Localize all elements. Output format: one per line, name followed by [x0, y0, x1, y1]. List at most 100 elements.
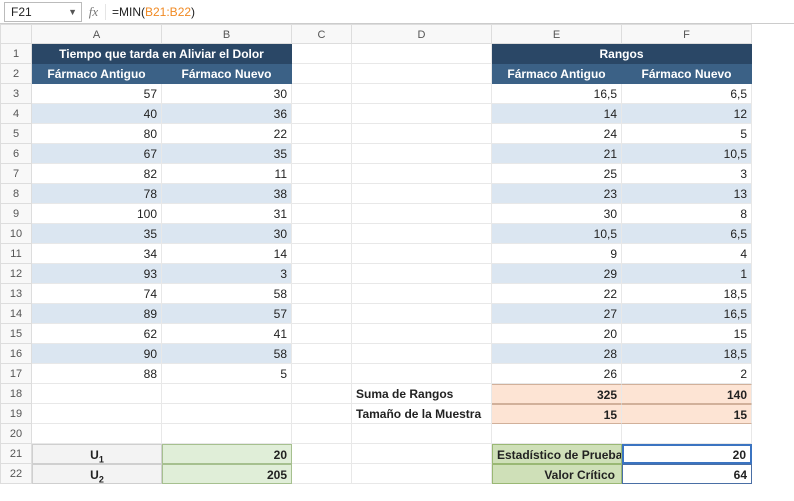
row-header[interactable]: 6 [0, 144, 32, 164]
row-header[interactable]: 5 [0, 124, 32, 144]
row-header[interactable]: 11 [0, 244, 32, 264]
row-header[interactable]: 12 [0, 264, 32, 284]
cell[interactable] [162, 424, 292, 444]
table1-cell[interactable]: 82 [32, 164, 162, 184]
table2-cell[interactable]: 16,5 [492, 84, 622, 104]
select-all-corner[interactable] [0, 24, 32, 44]
cell[interactable] [352, 284, 492, 304]
column-header[interactable]: A [32, 24, 162, 44]
cell[interactable] [352, 84, 492, 104]
table2-cell[interactable]: 10,5 [492, 224, 622, 244]
u1-label[interactable]: U1 [32, 444, 162, 464]
cell[interactable] [292, 444, 352, 464]
tamano-muestra-f[interactable]: 15 [622, 404, 752, 424]
cell[interactable] [352, 64, 492, 84]
row-header[interactable]: 18 [0, 384, 32, 404]
cell[interactable] [352, 124, 492, 144]
cell[interactable] [292, 284, 352, 304]
table2-cell[interactable]: 18,5 [622, 344, 752, 364]
cell[interactable] [292, 84, 352, 104]
table1-cell[interactable]: 78 [32, 184, 162, 204]
cell[interactable] [352, 324, 492, 344]
row-header[interactable]: 22 [0, 464, 32, 484]
cell[interactable] [352, 444, 492, 464]
table1-cell[interactable]: 58 [162, 284, 292, 304]
cell[interactable] [352, 424, 492, 444]
table2-cell[interactable]: 29 [492, 264, 622, 284]
table1-cell[interactable]: 3 [162, 264, 292, 284]
spreadsheet-grid[interactable]: ABCDEF1Tiempo que tarda en Aliviar el Do… [0, 24, 794, 484]
cell[interactable] [292, 184, 352, 204]
suma-rangos-e[interactable]: 325 [492, 384, 622, 404]
table2-cell[interactable]: 27 [492, 304, 622, 324]
table1-cell[interactable]: 30 [162, 84, 292, 104]
cell[interactable] [292, 364, 352, 384]
cell[interactable] [492, 424, 622, 444]
name-box[interactable]: F21 ▼ [4, 2, 82, 22]
row-header[interactable]: 17 [0, 364, 32, 384]
cell[interactable] [352, 344, 492, 364]
cell[interactable] [292, 324, 352, 344]
row-header[interactable]: 2 [0, 64, 32, 84]
table2-col1-header[interactable]: Fármaco Antiguo [492, 64, 622, 84]
column-header[interactable]: C [292, 24, 352, 44]
cell[interactable] [292, 44, 352, 64]
cell[interactable] [352, 264, 492, 284]
row-header[interactable]: 1 [0, 44, 32, 64]
cell[interactable] [352, 164, 492, 184]
cell[interactable] [352, 44, 492, 64]
row-header[interactable]: 8 [0, 184, 32, 204]
table2-cell[interactable]: 4 [622, 244, 752, 264]
table2-col2-header[interactable]: Fármaco Nuevo [622, 64, 752, 84]
row-header[interactable]: 10 [0, 224, 32, 244]
table1-cell[interactable]: 11 [162, 164, 292, 184]
column-header[interactable]: B [162, 24, 292, 44]
table2-cell[interactable]: 20 [492, 324, 622, 344]
row-header[interactable]: 4 [0, 104, 32, 124]
table2-title[interactable]: Rangos [492, 44, 752, 64]
table2-cell[interactable]: 8 [622, 204, 752, 224]
test-statistic-label[interactable]: Estadístico de Prueba [492, 444, 622, 464]
cell[interactable] [292, 424, 352, 444]
cell[interactable] [352, 224, 492, 244]
table1-cell[interactable]: 93 [32, 264, 162, 284]
table1-col2-header[interactable]: Fármaco Nuevo [162, 64, 292, 84]
cell[interactable] [292, 104, 352, 124]
cell[interactable] [352, 464, 492, 484]
suma-rangos-label[interactable]: Suma de Rangos [352, 384, 492, 404]
cell[interactable] [32, 424, 162, 444]
cell[interactable] [352, 204, 492, 224]
table1-cell[interactable]: 35 [162, 144, 292, 164]
table1-cell[interactable]: 31 [162, 204, 292, 224]
cell[interactable] [292, 144, 352, 164]
cell[interactable] [622, 424, 752, 444]
table2-cell[interactable]: 9 [492, 244, 622, 264]
tamano-muestra-e[interactable]: 15 [492, 404, 622, 424]
cell[interactable] [292, 64, 352, 84]
table1-cell[interactable]: 100 [32, 204, 162, 224]
cell[interactable] [292, 304, 352, 324]
table1-col1-header[interactable]: Fármaco Antiguo [32, 64, 162, 84]
cell[interactable] [352, 184, 492, 204]
table1-cell[interactable]: 62 [32, 324, 162, 344]
critical-value[interactable]: 64 [622, 464, 752, 484]
table1-cell[interactable]: 34 [32, 244, 162, 264]
table1-cell[interactable]: 67 [32, 144, 162, 164]
table2-cell[interactable]: 13 [622, 184, 752, 204]
table2-cell[interactable]: 16,5 [622, 304, 752, 324]
table1-cell[interactable]: 5 [162, 364, 292, 384]
critical-value-label[interactable]: Valor Crítico [492, 464, 622, 484]
row-header[interactable]: 21 [0, 444, 32, 464]
column-header[interactable]: D [352, 24, 492, 44]
cell[interactable] [292, 264, 352, 284]
table2-cell[interactable]: 14 [492, 104, 622, 124]
table2-cell[interactable]: 10,5 [622, 144, 752, 164]
table2-cell[interactable]: 21 [492, 144, 622, 164]
row-header[interactable]: 9 [0, 204, 32, 224]
table1-cell[interactable]: 38 [162, 184, 292, 204]
cell[interactable] [352, 304, 492, 324]
u2-label[interactable]: U2 [32, 464, 162, 484]
cell[interactable] [32, 404, 162, 424]
table2-cell[interactable]: 1 [622, 264, 752, 284]
formula-input[interactable]: =MIN(B21:B22) [106, 5, 794, 19]
